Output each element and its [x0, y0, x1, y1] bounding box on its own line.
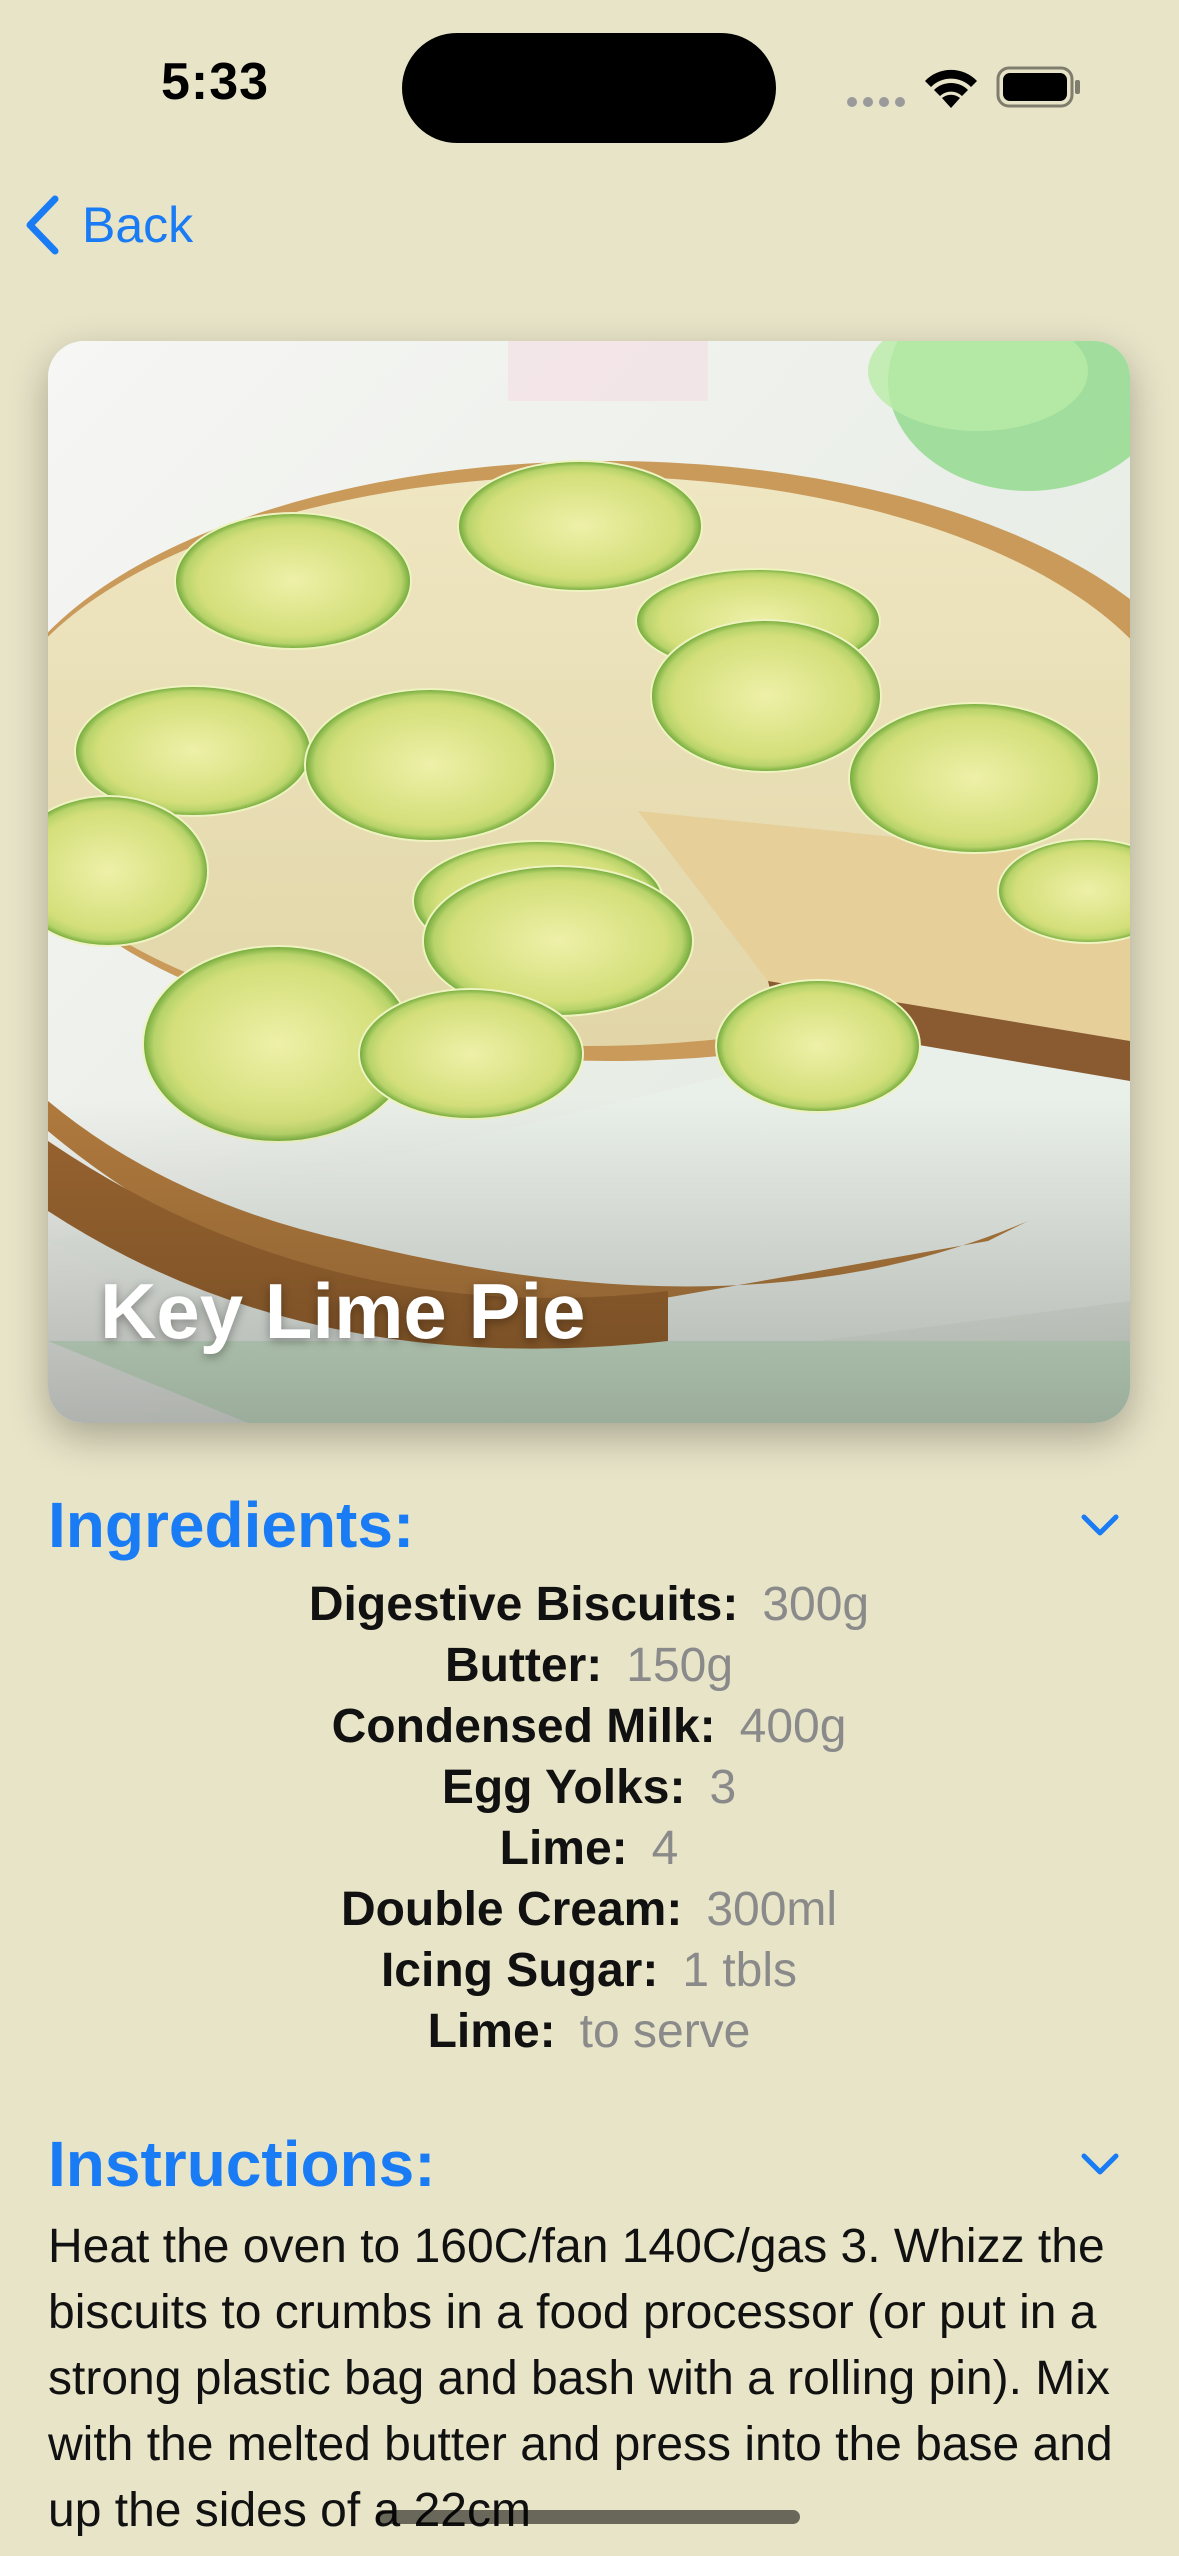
ingredient-row: Egg Yolks: 3: [48, 1757, 1130, 1818]
ingredient-row: Lime: 4: [48, 1818, 1130, 1879]
ingredient-quantity: 300ml: [706, 1883, 838, 1936]
ingredients-list: Digestive Biscuits: 300g Butter: 150g Cond…: [48, 1574, 1130, 2062]
key-lime-pie-image: [48, 341, 1130, 1423]
ingredient-name: Double Cream:: [340, 1883, 683, 1936]
ingredients-header[interactable]: Ingredients:: [48, 1485, 1130, 1565]
ingredients-title: Ingredients:: [48, 1489, 415, 1561]
ingredient-name: Lime:: [427, 2005, 556, 2058]
status-bar: 5:33: [0, 0, 1179, 170]
wifi-icon: [925, 69, 977, 108]
recipe-title: Key Lime Pie: [100, 1267, 586, 1355]
ingredient-row: Butter: 150g: [48, 1635, 1130, 1696]
back-label: Back: [82, 197, 194, 253]
ingredient-name: Condensed Milk:: [331, 1700, 716, 1753]
ingredient-row: Condensed Milk: 400g: [48, 1696, 1130, 1757]
back-button[interactable]: Back: [22, 190, 193, 260]
recipe-hero-image: Key Lime Pie: [48, 341, 1130, 1423]
ingredient-row: Lime: to serve: [48, 2001, 1130, 2062]
instructions-toggle-button[interactable]: [1070, 2134, 1130, 2194]
ingredient-name: Digestive Biscuits:: [308, 1578, 739, 1631]
ingredient-name: Egg Yolks:: [441, 1761, 686, 1814]
ingredient-row: Icing Sugar: 1 tbls: [48, 1940, 1130, 2001]
battery-icon: [996, 66, 1080, 108]
chevron-down-icon: [1081, 1514, 1119, 1536]
ingredient-name: Butter:: [444, 1639, 603, 1692]
ingredient-quantity: 150g: [626, 1639, 734, 1692]
ingredient-name: Icing Sugar:: [380, 1944, 659, 1997]
instructions-header[interactable]: Instructions:: [48, 2124, 1130, 2204]
ingredient-row: Double Cream: 300ml: [48, 1879, 1130, 1940]
ingredient-name: Lime:: [499, 1822, 628, 1875]
cellular-signal-icon: [847, 97, 905, 107]
chevron-left-icon: [26, 195, 59, 255]
instructions-text: Heat the oven to 160C/fan 140C/gas 3. Wh…: [48, 2220, 1113, 2537]
status-time: 5:33: [160, 53, 270, 111]
ingredient-quantity: 4: [651, 1822, 679, 1875]
ingredient-quantity: to serve: [579, 2005, 751, 2058]
ingredient-quantity: 1 tbls: [682, 1944, 798, 1997]
ingredient-quantity: 3: [709, 1761, 737, 1814]
instructions-title: Instructions:: [48, 2128, 436, 2200]
ingredient-row: Digestive Biscuits: 300g: [48, 1574, 1130, 1635]
dynamic-island: [402, 33, 776, 143]
ingredients-toggle-button[interactable]: [1070, 1495, 1130, 1555]
chevron-down-icon: [1081, 2153, 1119, 2175]
home-indicator[interactable]: [376, 2510, 800, 2524]
ingredient-quantity: 300g: [762, 1578, 870, 1631]
ingredient-quantity: 400g: [739, 1700, 847, 1753]
